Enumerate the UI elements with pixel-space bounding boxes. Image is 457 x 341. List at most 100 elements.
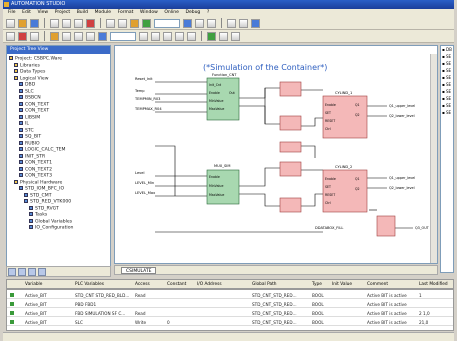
menu-debug[interactable]: Debug bbox=[185, 9, 200, 17]
output-line: ▪ SE bbox=[442, 110, 452, 115]
step-icon[interactable] bbox=[219, 31, 228, 41]
move-gate[interactable] bbox=[376, 215, 396, 237]
or-gate[interactable] bbox=[279, 197, 302, 213]
and-gate[interactable] bbox=[279, 161, 302, 177]
column-header[interactable]: Init Value bbox=[332, 282, 352, 287]
online-icon[interactable] bbox=[183, 18, 192, 28]
cut-icon[interactable] bbox=[50, 18, 59, 28]
align-left-icon[interactable] bbox=[139, 31, 148, 41]
function-block-1[interactable]: Function_CNT Init_Cnt Enable MinValue Ma… bbox=[206, 73, 240, 121]
or-gate[interactable] bbox=[279, 115, 302, 131]
save-icon[interactable] bbox=[30, 18, 39, 28]
column-header[interactable]: Variable bbox=[25, 282, 42, 287]
align-top-icon[interactable] bbox=[163, 31, 172, 41]
select-icon[interactable] bbox=[6, 31, 15, 41]
delete-icon[interactable] bbox=[86, 18, 95, 28]
program-icon bbox=[19, 108, 23, 112]
menu-file[interactable]: File bbox=[8, 9, 16, 17]
function-block-2[interactable]: MUX_SIM Enable MinValue MaxValue bbox=[206, 164, 240, 205]
paste-icon[interactable] bbox=[74, 18, 83, 28]
column-header[interactable]: Constant bbox=[167, 282, 186, 287]
logical-view-tab-icon[interactable] bbox=[8, 268, 16, 276]
input-var-icon[interactable] bbox=[62, 31, 71, 41]
tree-item[interactable]: IO_Configuration bbox=[9, 225, 110, 232]
table-cell: Active BIT is active bbox=[367, 292, 407, 298]
column-header[interactable]: Access bbox=[135, 282, 150, 287]
project-tree-panel: Project Tree View Project: CSBPC.Ware Lib… bbox=[6, 45, 111, 273]
program-icon bbox=[19, 166, 23, 171]
help-icon[interactable] bbox=[251, 18, 260, 28]
zoom-in-icon[interactable] bbox=[175, 31, 184, 41]
column-header[interactable]: I/O Address bbox=[197, 282, 222, 287]
block-select[interactable] bbox=[110, 31, 136, 41]
copy-icon[interactable] bbox=[62, 18, 71, 28]
tree-item-label: RUBIO bbox=[25, 141, 40, 146]
menu-module[interactable]: Module bbox=[95, 9, 111, 17]
run-icon[interactable] bbox=[207, 31, 216, 41]
open-icon[interactable] bbox=[18, 18, 27, 28]
menu-format[interactable]: Format bbox=[118, 9, 134, 17]
panel-tabs bbox=[6, 266, 111, 277]
main-toolbar bbox=[3, 17, 454, 30]
pin-label: RESET bbox=[325, 119, 335, 123]
transfer-icon[interactable] bbox=[142, 18, 151, 28]
and-gate[interactable] bbox=[279, 81, 302, 97]
column-header[interactable]: PLC Variables bbox=[75, 282, 104, 287]
pin-label: MinValue bbox=[209, 99, 223, 103]
stop-icon[interactable] bbox=[18, 31, 27, 41]
pin-label: Q1 bbox=[355, 103, 360, 107]
table-row[interactable]: Active_BIT FBD SIMULATION SF C... Read STD_… bbox=[7, 309, 453, 317]
column-header[interactable]: Comment bbox=[367, 282, 388, 287]
new-icon[interactable] bbox=[6, 18, 15, 28]
program-icon bbox=[19, 127, 23, 132]
fbd-editor[interactable]: (*Simulation of the Container*) Reset_In… bbox=[114, 45, 438, 264]
menu-help[interactable]: ? bbox=[207, 9, 209, 17]
cross-reference-header: Variable PLC Variables Access Constant I… bbox=[6, 279, 454, 289]
redo-icon[interactable] bbox=[118, 18, 127, 28]
menu-view[interactable]: View bbox=[37, 9, 48, 17]
column-header[interactable]: Type bbox=[312, 282, 322, 287]
variable-icon bbox=[10, 302, 14, 306]
config-view-tab-icon[interactable] bbox=[18, 268, 26, 276]
monitor-icon[interactable] bbox=[195, 18, 204, 28]
watch-icon[interactable] bbox=[207, 18, 216, 28]
column-header[interactable]: Global Path bbox=[252, 282, 277, 287]
function-block-3[interactable]: CYLIND_1 Enable SET RESET Ctrl Q1 Q2 bbox=[322, 91, 368, 139]
tree-item-label: CON_TEXT bbox=[25, 108, 50, 114]
column-header[interactable]: Last Modified bbox=[419, 282, 448, 287]
table-cell: PBD FBD1 bbox=[75, 301, 97, 307]
editor-vertical-scrollbar[interactable] bbox=[430, 54, 437, 263]
zoom-select[interactable] bbox=[154, 18, 180, 28]
menu-build[interactable]: Build bbox=[77, 9, 88, 17]
menu-edit[interactable]: Edit bbox=[22, 9, 31, 17]
table-row[interactable]: Active_BIT STD_CNT STD_RED_BLD... Read STD_… bbox=[7, 291, 453, 299]
find-icon[interactable] bbox=[227, 18, 236, 28]
pin-label: Ctrl bbox=[325, 201, 331, 205]
comment-icon[interactable] bbox=[98, 31, 107, 41]
connection-icon[interactable] bbox=[86, 31, 95, 41]
table-row[interactable]: Active_BIT SLC Write 0 STD_CNT_STD_RED... BOO… bbox=[7, 318, 453, 326]
program-icon bbox=[19, 101, 23, 106]
output-var-icon[interactable] bbox=[74, 31, 83, 41]
menu-window[interactable]: Window bbox=[140, 9, 158, 17]
zoom-out-icon[interactable] bbox=[187, 31, 196, 41]
undo-icon[interactable] bbox=[106, 18, 115, 28]
breakpoint-icon[interactable] bbox=[231, 31, 240, 41]
physical-view-tab-icon[interactable] bbox=[28, 268, 36, 276]
editor-tab[interactable]: CSIMULATE bbox=[121, 267, 157, 274]
function-block-4[interactable]: CYLIND_2 Enable SET RESET Ctrl Q1 Q2 bbox=[322, 165, 368, 213]
pin-label: MaxValue bbox=[209, 193, 224, 197]
menu-project[interactable]: Project bbox=[55, 9, 70, 17]
var-label: Reset_Init bbox=[135, 77, 153, 81]
library-tab-icon[interactable] bbox=[38, 268, 46, 276]
table-row[interactable]: Active_BIT PBD FBD1 STD_CNT_STD_RED... BOOL… bbox=[7, 300, 453, 308]
function-block-icon[interactable] bbox=[50, 31, 59, 41]
build-icon[interactable] bbox=[130, 18, 139, 28]
align-right-icon[interactable] bbox=[151, 31, 160, 41]
grid-icon[interactable] bbox=[30, 31, 39, 41]
and-gate[interactable] bbox=[279, 141, 302, 153]
pin-label: Init_Cnt bbox=[209, 83, 222, 87]
tree-item-label: Data Types bbox=[20, 69, 46, 75]
menu-online[interactable]: Online bbox=[164, 9, 179, 17]
replace-icon[interactable] bbox=[239, 18, 248, 28]
